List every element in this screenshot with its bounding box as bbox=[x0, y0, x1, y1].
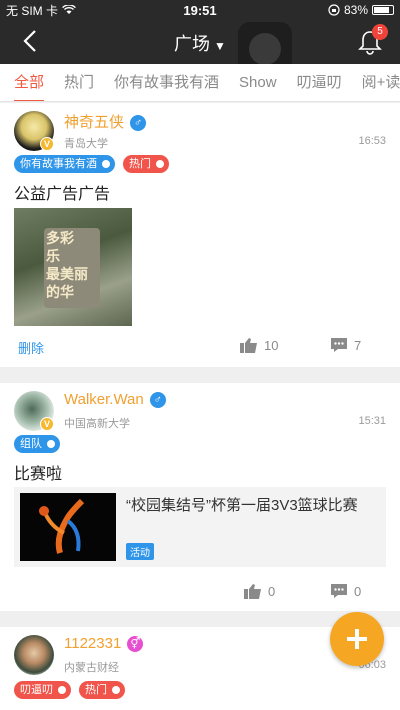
username-text: 神奇五侠 bbox=[64, 114, 125, 131]
tab-show[interactable]: Show bbox=[239, 64, 277, 101]
post-tags: 组队 bbox=[14, 435, 60, 453]
post-card[interactable]: V 神奇五侠 ♂ 青岛大学 16:53 你有故事我有酒 热门 公益广告广告 多彩 … bbox=[0, 103, 400, 367]
username-text: Walker.Wan bbox=[64, 391, 144, 408]
avatar[interactable] bbox=[14, 635, 54, 675]
verified-badge-icon: V bbox=[40, 417, 54, 431]
caret-down-icon: ▼ bbox=[214, 39, 226, 53]
square-title-dropdown[interactable]: 广场 ▼ bbox=[0, 30, 400, 56]
photo-calligraphy-line: 乐 bbox=[46, 249, 60, 265]
page-title: 广场 bbox=[174, 34, 211, 54]
nav-bar: 广场 ▼ 5 bbox=[0, 20, 400, 76]
tag-hot[interactable]: 热门 bbox=[79, 681, 125, 699]
activity-title: “校园集结号”杯第一届3V3篮球比赛 bbox=[126, 497, 358, 514]
post-username[interactable]: 1122331 ⚥ bbox=[64, 635, 144, 653]
post-photo[interactable]: 多彩 乐 最美丽 的华 bbox=[14, 208, 132, 326]
basketball-player-image bbox=[39, 498, 85, 554]
post-tags: 你有故事我有酒 热门 bbox=[14, 155, 169, 173]
like-count: 10 bbox=[264, 337, 279, 353]
gender-icon: ⚥ bbox=[127, 636, 144, 653]
post-text: 比赛啦 bbox=[14, 466, 63, 483]
clock: 19:51 bbox=[183, 2, 217, 18]
activity-link-card[interactable]: “校园集结号”杯第一届3V3篮球比赛 活动 bbox=[14, 487, 386, 567]
tab-stories[interactable]: 你有故事我有酒 bbox=[114, 64, 219, 101]
photo-calligraphy-line: 多彩 bbox=[46, 231, 74, 247]
tag-team[interactable]: 组队 bbox=[14, 435, 60, 453]
activity-badge: 活动 bbox=[126, 543, 154, 560]
notification-button[interactable]: 5 bbox=[356, 24, 388, 56]
wifi-icon bbox=[62, 5, 76, 14]
post-tags: 叨逼叨 热门 bbox=[14, 681, 125, 699]
post-time: 15:31 bbox=[358, 415, 386, 427]
tag-chatter[interactable]: 叨逼叨 bbox=[14, 681, 71, 699]
username-text: 1122331 bbox=[64, 635, 122, 652]
comment-button[interactable]: 7 bbox=[330, 337, 361, 353]
post-username[interactable]: Walker.Wan ♂ bbox=[64, 391, 166, 409]
post-school: 中国高新大学 bbox=[64, 418, 130, 430]
battery-icon bbox=[372, 5, 394, 15]
verified-badge-icon: V bbox=[40, 137, 54, 151]
male-gender-icon: ♂ bbox=[130, 115, 147, 132]
comment-icon bbox=[331, 338, 347, 352]
comment-count: 7 bbox=[354, 337, 362, 353]
like-count: 0 bbox=[268, 583, 276, 599]
tag-stories[interactable]: 你有故事我有酒 bbox=[14, 155, 115, 173]
tab-reading[interactable]: 阅+读 bbox=[362, 64, 400, 101]
post-username[interactable]: 神奇五侠 ♂ bbox=[64, 111, 147, 132]
thumbs-up-icon bbox=[244, 584, 261, 599]
battery-percent: 83% bbox=[343, 3, 368, 17]
photo-calligraphy: 多彩 乐 最美丽 的华 bbox=[46, 230, 100, 302]
photo-calligraphy-line: 最美丽 bbox=[46, 267, 88, 283]
activity-thumbnail bbox=[20, 493, 116, 561]
tab-all[interactable]: 全部 bbox=[14, 64, 45, 101]
male-gender-icon: ♂ bbox=[149, 392, 166, 409]
carrier-label: 无 SIM 卡 bbox=[6, 3, 59, 18]
post-card[interactable]: V Walker.Wan ♂ 中国高新大学 15:31 组队 比赛啦 “校园集结号… bbox=[0, 383, 400, 611]
like-button[interactable]: 10 bbox=[240, 337, 278, 353]
battery-fill bbox=[374, 7, 389, 13]
comment-button[interactable]: 0 bbox=[330, 583, 361, 599]
post-text: 公益广告广告 bbox=[14, 186, 111, 203]
comment-icon bbox=[331, 584, 347, 598]
thumbs-up-icon bbox=[240, 338, 257, 353]
comment-count: 0 bbox=[354, 583, 362, 599]
post-time: 16:53 bbox=[358, 135, 386, 147]
tab-hot[interactable]: 热门 bbox=[64, 64, 94, 101]
tab-chatter[interactable]: 叨逼叨 bbox=[297, 64, 342, 101]
post-school: 青岛大学 bbox=[64, 138, 108, 150]
notification-badge: 5 bbox=[372, 24, 388, 40]
orientation-lock-icon bbox=[328, 4, 340, 16]
tag-hot[interactable]: 热门 bbox=[123, 155, 169, 173]
category-tabs: 全部 热门 你有故事我有酒 Show 叨逼叨 阅+读 bbox=[0, 64, 400, 102]
photo-calligraphy-line: 的华 bbox=[46, 285, 74, 301]
create-post-button[interactable] bbox=[330, 612, 384, 666]
post-school: 内蒙古财经 bbox=[64, 662, 119, 674]
like-button[interactable]: 0 bbox=[244, 583, 275, 599]
status-bar: 无 SIM 卡 19:51 83% bbox=[0, 0, 400, 20]
delete-button[interactable]: 删除 bbox=[18, 338, 44, 357]
